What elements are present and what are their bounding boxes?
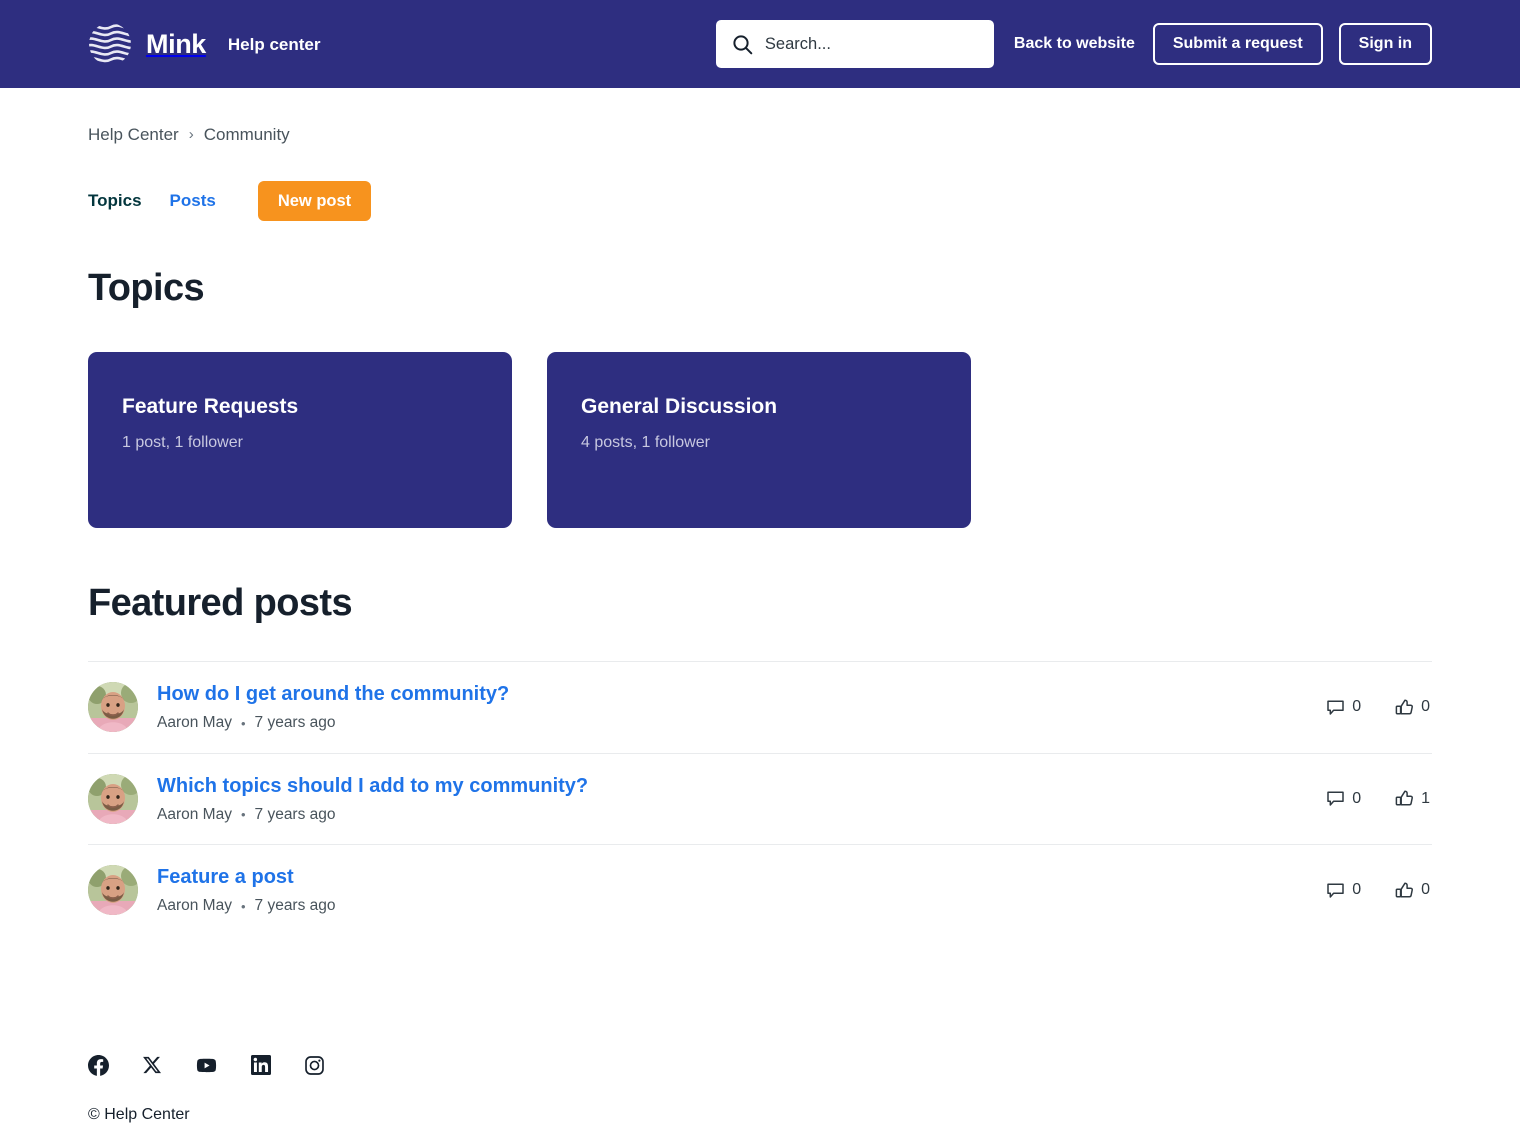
community-tabs: Topics Posts New post [88,181,1432,221]
breadcrumb: Help Center › Community [88,88,1432,143]
thumbs-up-icon [1395,881,1414,900]
tab-topics[interactable]: Topics [88,191,142,211]
post-timestamp: 7 years ago [255,806,336,825]
search-box[interactable] [716,20,994,68]
meta-separator: • [241,716,246,732]
vote-count-value: 1 [1421,790,1430,808]
thumbs-up-icon [1395,789,1414,808]
social-links [88,1054,1432,1077]
featured-posts-heading: Featured posts [88,582,1432,625]
tab-posts[interactable]: Posts [170,191,216,211]
search-icon [732,34,753,55]
submit-a-request-button[interactable]: Submit a request [1153,23,1323,65]
post-title-link[interactable]: How do I get around the community? [157,682,509,706]
x-twitter-icon[interactable] [142,1055,162,1075]
comment-count: 0 [1326,881,1361,900]
linkedin-icon[interactable] [251,1055,271,1075]
avatar [88,774,138,824]
comment-icon [1326,881,1345,900]
topic-card-general-discussion[interactable]: General Discussion 4 posts, 1 follower [547,352,971,528]
comment-icon [1326,789,1345,808]
comment-count-value: 0 [1352,790,1361,808]
post-list-item[interactable]: Feature a post Aaron May • 7 years ago 0 [88,844,1432,936]
comment-count: 0 [1326,789,1361,808]
youtube-icon[interactable] [195,1054,218,1077]
site-footer: © Help Center [0,1054,1520,1124]
topic-card-title: Feature Requests [122,394,478,419]
thumbs-up-icon [1395,698,1414,717]
new-post-button[interactable]: New post [258,181,371,221]
post-list-item[interactable]: How do I get around the community? Aaron… [88,661,1432,753]
vote-count: 0 [1395,881,1430,900]
vote-count-value: 0 [1421,698,1430,716]
vote-count: 1 [1395,789,1430,808]
topic-card-title: General Discussion [581,394,937,419]
post-main: Which topics should I add to my communit… [157,774,1326,825]
comment-count-value: 0 [1352,881,1361,899]
mink-logo-icon [88,22,132,66]
post-meta: Aaron May • 7 years ago [157,714,1326,733]
post-stats: 0 1 [1326,789,1432,808]
post-author: Aaron May [157,806,232,825]
help-center-label: Help center [228,36,321,53]
vote-count-value: 0 [1421,881,1430,899]
post-stats: 0 0 [1326,698,1432,717]
breadcrumb-item-community[interactable]: Community [204,126,290,143]
brand-name: Mink [146,31,206,58]
post-list-item[interactable]: Which topics should I add to my communit… [88,753,1432,845]
chevron-right-icon: › [189,127,194,142]
site-header: Mink Help center Back to website Submit … [0,0,1520,88]
topic-card-feature-requests[interactable]: Feature Requests 1 post, 1 follower [88,352,512,528]
sign-in-button[interactable]: Sign in [1339,23,1432,65]
post-author: Aaron May [157,714,232,733]
post-meta: Aaron May • 7 years ago [157,806,1326,825]
topic-card-list: Feature Requests 1 post, 1 follower Gene… [88,352,1432,528]
copyright-text: © Help Center [88,1106,1432,1124]
featured-post-list: How do I get around the community? Aaron… [88,661,1432,936]
vote-count: 0 [1395,698,1430,717]
post-timestamp: 7 years ago [255,714,336,733]
brand-home-link[interactable]: Mink [88,22,206,66]
post-meta: Aaron May • 7 years ago [157,897,1326,916]
post-title-link[interactable]: Feature a post [157,865,294,889]
breadcrumb-item-help-center[interactable]: Help Center [88,126,179,143]
post-stats: 0 0 [1326,881,1432,900]
page-content: Help Center › Community Topics Posts New… [0,88,1520,936]
meta-separator: • [241,807,246,823]
search-input[interactable] [765,35,978,54]
comment-count: 0 [1326,698,1361,717]
facebook-icon[interactable] [88,1055,109,1076]
avatar [88,682,138,732]
topic-card-meta: 4 posts, 1 follower [581,433,937,452]
post-author: Aaron May [157,897,232,916]
post-timestamp: 7 years ago [255,897,336,916]
meta-separator: • [241,899,246,915]
instagram-icon[interactable] [304,1055,325,1076]
post-main: How do I get around the community? Aaron… [157,682,1326,733]
post-title-link[interactable]: Which topics should I add to my communit… [157,774,588,798]
post-main: Feature a post Aaron May • 7 years ago [157,865,1326,916]
topics-heading: Topics [88,267,1432,310]
topic-card-meta: 1 post, 1 follower [122,433,478,452]
comment-count-value: 0 [1352,698,1361,716]
back-to-website-link[interactable]: Back to website [1014,35,1135,53]
header-actions: Back to website Submit a request Sign in [716,20,1432,68]
avatar [88,865,138,915]
comment-icon [1326,698,1345,717]
